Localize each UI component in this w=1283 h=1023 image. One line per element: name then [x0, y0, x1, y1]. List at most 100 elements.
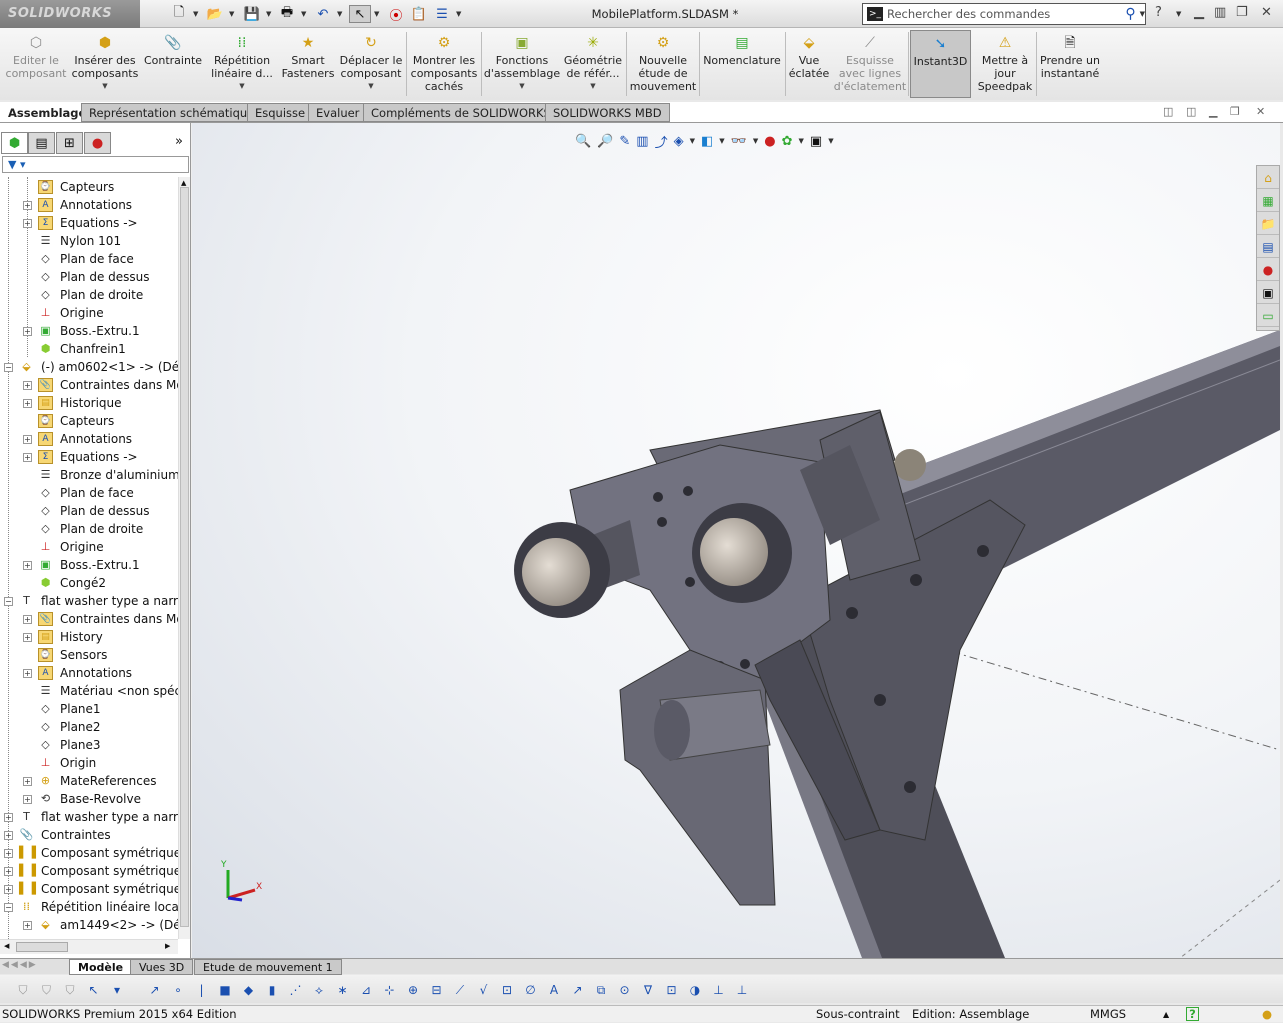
search-icon[interactable]: ⚲ [1125, 6, 1135, 22]
tab-etude-de-mouvement[interactable]: Etude de mouvement 1 [194, 959, 342, 975]
tree-item[interactable]: − Tflat washer type a narrow_ [0, 592, 178, 610]
scroll-right-icon[interactable]: ▶ [165, 942, 170, 950]
chevron-down-icon[interactable]: ▼ [368, 80, 373, 93]
options-dropdown-icon[interactable]: ▼ [456, 10, 461, 18]
close-icon[interactable]: ✕ [1261, 5, 1272, 20]
tab-esquisse[interactable]: Esquisse [247, 103, 314, 122]
tree-item[interactable]: ◇ Plan de face [0, 484, 178, 502]
tree-item[interactable]: + Tflat washer type a narrow_ [0, 808, 178, 826]
view-orientation-icon[interactable]: ◈ [674, 134, 684, 149]
reference-geometry-button[interactable]: ✳ Géométrie de référ... ▼ [562, 30, 624, 98]
tree-item[interactable]: + A Annotations [0, 196, 178, 214]
expand-icon[interactable]: + [23, 921, 32, 930]
tree-item[interactable]: + ▣ Boss.-Extru.1 [0, 556, 178, 574]
tree-item[interactable]: ◇ Plane2 [0, 718, 178, 736]
tree-item[interactable]: + ▌▐ Composant symétrique3 [0, 880, 178, 898]
tree-item[interactable]: + ⊕ MateReferences [0, 772, 178, 790]
undo-icon[interactable]: ↶ [314, 5, 332, 23]
open-dropdown-icon[interactable]: ▼ [229, 10, 234, 18]
expand-icon[interactable]: + [23, 327, 32, 336]
tree-item[interactable]: ⬢ Congé2 [0, 574, 178, 592]
doc-minimize-icon[interactable]: ▁ [1209, 105, 1217, 118]
tree-item[interactable]: ☰ Nylon 101 [0, 232, 178, 250]
print-icon[interactable]: 🖶 [278, 5, 296, 23]
assembly-model[interactable] [192, 123, 1280, 958]
filter-edges-icon[interactable]: | [193, 981, 211, 999]
graphics-viewport[interactable] [192, 123, 1280, 958]
rebuild-traffic-light-icon[interactable]: ⦿ [387, 5, 405, 24]
filter-dowel-pin-icon[interactable]: ∇ [639, 981, 657, 999]
expand-icon[interactable]: + [23, 615, 32, 624]
tree-item[interactable]: + Σ Equations -> [0, 448, 178, 466]
exploded-view-button[interactable]: ⬙ Vue éclatée [787, 30, 831, 98]
command-search-box[interactable]: >_ Rechercher des commandes ⚲ ▼ [862, 3, 1146, 25]
new-document-icon[interactable]: 🗋 [170, 5, 188, 23]
chevron-down-icon[interactable]: ▼ [519, 80, 524, 93]
tree-item[interactable]: ⊥ Origine [0, 538, 178, 556]
filter-faces-icon[interactable]: ■ [216, 981, 234, 999]
smart-fasteners-button[interactable]: ★ Smart Fasteners [280, 30, 336, 98]
edit-component-button[interactable]: ⬡ Editer le composant [4, 30, 68, 98]
display-style-icon[interactable]: ◧ [701, 134, 713, 149]
filter-cosmetic-threads-icon[interactable]: ⧉ [592, 981, 610, 999]
save-icon[interactable]: 💾 [243, 5, 261, 23]
tree-item[interactable]: + ▣ Boss.-Extru.1 [0, 322, 178, 340]
expand-icon[interactable]: + [23, 669, 32, 678]
tree-item[interactable]: ⊥ Origin [0, 754, 178, 772]
expand-icon[interactable]: + [23, 201, 32, 210]
minimize-icon[interactable]: ▁ [1194, 5, 1204, 20]
collapse-icon[interactable]: − [4, 903, 13, 912]
expand-panel-icon[interactable]: » [175, 134, 183, 149]
expand-icon[interactable]: + [23, 561, 32, 570]
filter-clear-icon[interactable]: ⛉ [38, 981, 56, 999]
hscroll-thumb[interactable] [16, 942, 68, 952]
filter-routing-points-icon[interactable]: ◑ [686, 981, 704, 999]
new-dropdown-icon[interactable]: ▼ [193, 10, 198, 18]
filter-sketch-icon[interactable]: ⊥ [733, 981, 751, 999]
expand-icon[interactable]: + [4, 867, 13, 876]
tree-item[interactable]: ⌚ Sensors [0, 646, 178, 664]
update-speedpak-button[interactable]: ⚠ Mettre à jour Speedpak [975, 30, 1035, 98]
filter-notes-icon[interactable]: ∅ [522, 981, 540, 999]
tab-modele[interactable]: Modèle [69, 959, 133, 975]
tile-left-icon[interactable]: ◫ [1163, 105, 1173, 118]
expand-icon[interactable]: + [4, 849, 13, 858]
expand-icon[interactable]: + [4, 885, 13, 894]
options-list-icon[interactable]: ☰ [433, 5, 451, 23]
filter-connection-points-icon[interactable]: ⊡ [663, 981, 681, 999]
tab-solidworks-mbd[interactable]: SOLIDWORKS MBD [545, 103, 670, 122]
tree-item[interactable]: + ▌▐ Composant symétrique1 [0, 844, 178, 862]
tab-complements[interactable]: Compléments de SOLIDWORKS [363, 103, 559, 122]
print-dropdown-icon[interactable]: ▼ [301, 10, 306, 18]
tree-item[interactable]: ⬢ Chanfrein1 [0, 340, 178, 358]
tree-item[interactable]: ◇ Plan de droite [0, 520, 178, 538]
view-settings-icon[interactable]: ▣ [810, 134, 822, 149]
apply-scene-icon[interactable]: ✿ [782, 134, 793, 149]
select-arrow-icon[interactable]: ↖ [85, 981, 103, 999]
linear-pattern-button[interactable]: ⁞⁞ Répétition linéaire d... ▼ [206, 30, 278, 98]
file-explorer-icon[interactable]: 📁 [1257, 213, 1279, 235]
tree-item[interactable]: ☰ Matériau <non spécifi [0, 682, 178, 700]
tab-vues-3d[interactable]: Vues 3D [130, 959, 194, 975]
tree-item[interactable]: ◇ Plan de face [0, 250, 178, 268]
scroll-left-icon[interactable]: ◀ [4, 942, 9, 950]
tree-item[interactable]: ☰ Bronze d'aluminium [0, 466, 178, 484]
scroll-up-icon[interactable]: ▲ [181, 179, 186, 187]
zoom-to-area-icon[interactable]: 🔎 [597, 134, 613, 149]
tree-item[interactable]: ◇ Plane1 [0, 700, 178, 718]
doc-restore-icon[interactable]: ❐ [1230, 105, 1240, 118]
tree-item[interactable]: ◇ Plan de droite [0, 286, 178, 304]
tree-horizontal-scrollbar[interactable]: ◀ ▶ [0, 939, 178, 954]
assembly-features-button[interactable]: ▣ Fonctions d'assemblage ▼ [484, 30, 560, 98]
filter-geometric-tolerance-icon[interactable]: ⊡ [498, 981, 516, 999]
tree-item[interactable]: + 📎 Contraintes dans Mob [0, 610, 178, 628]
show-hidden-components-button[interactable]: ⚙ Montrer les composants cachés [408, 30, 480, 98]
expand-icon[interactable]: + [23, 219, 32, 228]
design-library-icon[interactable]: ▦ [1257, 190, 1279, 212]
filter-surface-bodies-icon[interactable]: ◆ [240, 981, 258, 999]
tree-item[interactable]: ⌚ Capteurs [0, 178, 178, 196]
solidworks-logo[interactable]: SOLIDWORKS [0, 0, 140, 28]
display-manager-icon[interactable]: ● [84, 132, 111, 154]
open-folder-icon[interactable]: 📂 [206, 5, 224, 23]
filter-planes-icon[interactable]: ⟡ [310, 981, 328, 999]
